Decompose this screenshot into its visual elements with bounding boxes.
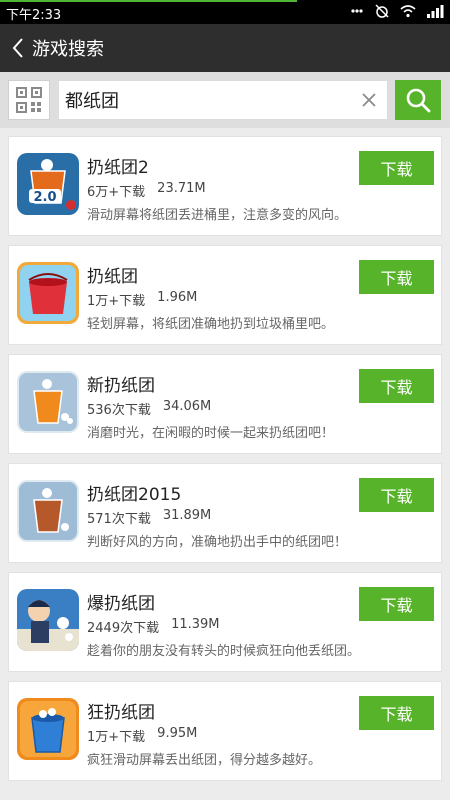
title-bar: 游戏搜索 [0, 24, 450, 72]
list-item[interactable]: 2.0 扔纸团2 6万+下载 23.71M 滑动屏幕将纸团丢进桶里，注意多变的风… [8, 136, 442, 236]
alarm-off-icon [375, 4, 389, 18]
back-button[interactable]: 游戏搜索 [12, 34, 112, 62]
app-meta: 6万+下载 23.71M [87, 181, 206, 200]
qr-code-icon [16, 87, 42, 113]
search-field [58, 80, 388, 120]
download-button[interactable]: 下载 [359, 587, 434, 621]
wifi-icon [400, 5, 416, 18]
app-name: 扔纸团 [87, 267, 138, 287]
download-count: 1万+下载 [87, 294, 146, 309]
download-count: 571次下载 [87, 512, 151, 527]
list-item[interactable]: 新扔纸团 536次下载 34.06M 消磨时光，在闲暇的时候一起来扔纸团吧！ 下… [8, 354, 442, 454]
app-description: 判断好风的方向，准确地扔出手中的纸团吧！ [87, 535, 348, 550]
blue-bin-icon [17, 698, 79, 760]
file-size: 11.39M [171, 617, 220, 632]
app-name: 扔纸团2 [87, 158, 149, 178]
dots-icon [351, 9, 363, 13]
app-meta: 1万+下载 9.95M [87, 726, 197, 745]
app-meta: 2449次下载 11.39M [87, 617, 220, 636]
app-description: 趁着你的朋友没有转头的时候疯狂向他丢纸团。 [87, 644, 361, 659]
download-button[interactable]: 下载 [359, 151, 434, 185]
search-icon [406, 88, 431, 113]
file-size: 31.89M [162, 508, 212, 523]
search-input[interactable] [59, 81, 349, 119]
download-count: 6万+下载 [87, 185, 146, 200]
orange-cup-icon [17, 371, 79, 433]
download-button[interactable]: 下载 [359, 260, 434, 294]
list-item[interactable]: 狂扔纸团 1万+下载 9.95M 疯狂滑动屏幕丢出纸团，得分越多越好。 下载 [8, 681, 442, 781]
svg-text:2.0: 2.0 [33, 190, 56, 205]
list-item[interactable]: 爆扔纸团 2449次下载 11.39M 趁着你的朋友没有转头的时候疯狂向他丢纸团… [8, 572, 442, 672]
app-name: 爆扔纸团 [87, 594, 155, 614]
file-size: 9.95M [157, 726, 198, 741]
chevron-left-icon [12, 38, 23, 58]
page-title: 游戏搜索 [32, 39, 104, 60]
download-progress-bar [0, 0, 297, 2]
cartoon-man-icon [17, 589, 79, 651]
signal-icon [427, 5, 444, 18]
app-name: 扔纸团2015 [87, 485, 182, 505]
file-size: 1.96M [157, 290, 198, 305]
download-button[interactable]: 下载 [359, 369, 434, 403]
download-count: 2449次下载 [87, 621, 160, 636]
qr-scan-button[interactable] [8, 80, 50, 120]
red-bucket-icon [17, 262, 79, 324]
download-button[interactable]: 下载 [359, 478, 434, 512]
app-description: 轻划屏幕，将纸团准确地扔到垃圾桶里吧。 [87, 317, 335, 332]
app-name: 新扔纸团 [87, 376, 155, 396]
paper-toss-2-icon: 2.0 [17, 153, 79, 215]
app-description: 滑动屏幕将纸团丢进桶里，注意多变的风向。 [87, 208, 348, 223]
search-bar [0, 72, 450, 128]
download-count: 536次下载 [87, 403, 151, 418]
app-meta: 536次下载 34.06M [87, 399, 211, 418]
close-icon[interactable] [361, 92, 377, 108]
brown-cup-icon [17, 480, 79, 542]
search-button[interactable] [395, 80, 441, 120]
app-meta: 571次下载 31.89M [87, 508, 211, 527]
file-size: 23.71M [157, 181, 206, 196]
app-meta: 1万+下载 1.96M [87, 290, 197, 309]
app-name: 狂扔纸团 [87, 703, 155, 723]
list-item[interactable]: 扔纸团2015 571次下载 31.89M 判断好风的方向，准确地扔出手中的纸团… [8, 463, 442, 563]
status-icons [350, 3, 444, 19]
file-size: 34.06M [162, 399, 212, 414]
status-time: 下午2:33 [6, 8, 62, 23]
download-button[interactable]: 下载 [359, 696, 434, 730]
app-description: 消磨时光，在闲暇的时候一起来扔纸团吧！ [87, 426, 335, 441]
download-count: 1万+下载 [87, 730, 146, 745]
status-bar: 下午2:33 [0, 0, 450, 24]
app-description: 疯狂滑动屏幕丢出纸团，得分越多越好。 [87, 753, 322, 768]
list-item[interactable]: 扔纸团 1万+下载 1.96M 轻划屏幕，将纸团准确地扔到垃圾桶里吧。 下载 [8, 245, 442, 345]
